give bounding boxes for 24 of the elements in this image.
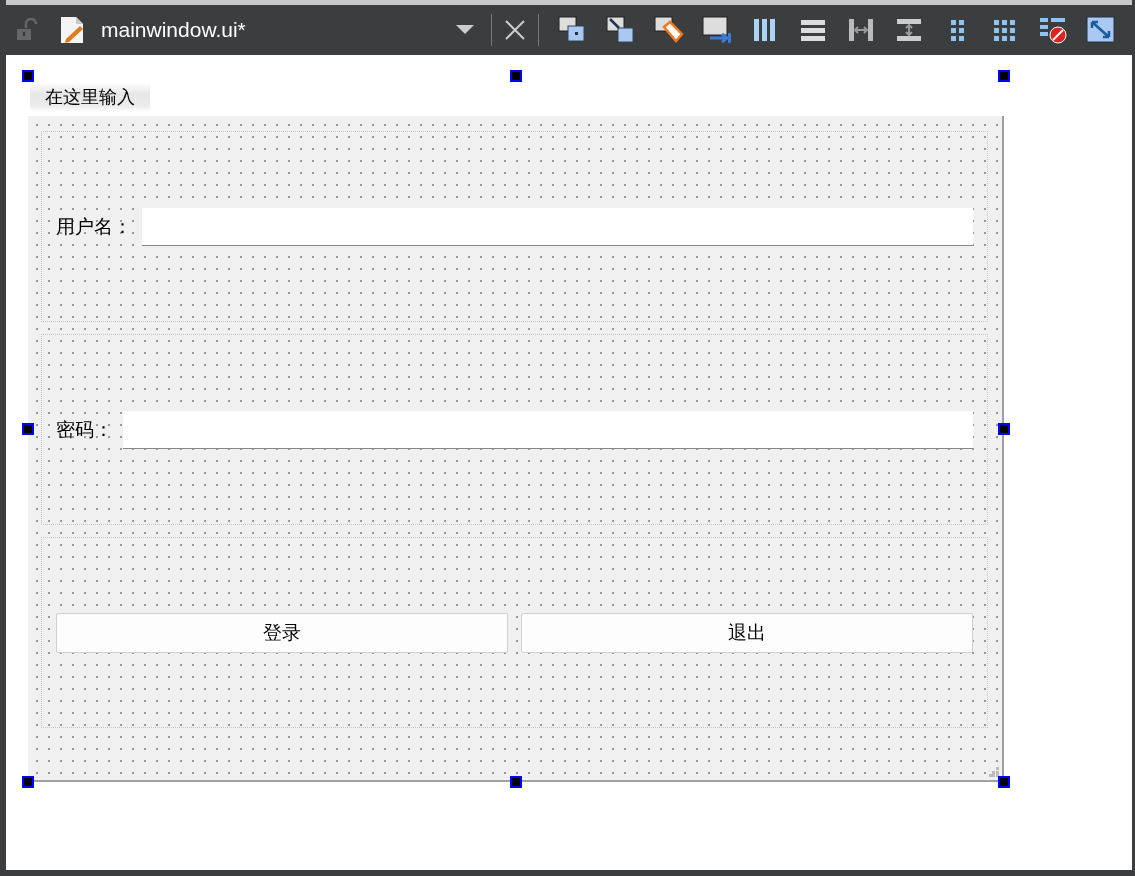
arrow-to-window-icon[interactable] <box>606 15 636 45</box>
selection-handle[interactable] <box>998 70 1010 82</box>
selection-handle[interactable] <box>22 776 34 788</box>
selection-handle[interactable] <box>998 423 1010 435</box>
document-pencil-icon <box>60 16 84 44</box>
menu-placeholder[interactable]: 在这里输入 <box>30 82 150 112</box>
field-label: 用户名： <box>56 213 132 239</box>
selection-handle[interactable] <box>510 70 522 82</box>
field-label: 密码： <box>56 416 113 442</box>
send-to-back-icon[interactable] <box>558 15 588 45</box>
push-button[interactable]: 登录 <box>56 612 508 653</box>
close-icon[interactable] <box>504 19 526 41</box>
file-tab-title[interactable]: mainwindow.ui* <box>101 18 456 42</box>
tag-icon[interactable] <box>654 15 684 45</box>
dropdown-caret-icon[interactable] <box>456 25 474 35</box>
input-field[interactable] <box>123 410 973 449</box>
input-field[interactable] <box>142 207 973 246</box>
selection-handle[interactable] <box>510 776 522 788</box>
break-layout-icon[interactable] <box>1038 15 1068 45</box>
resize-grip-icon[interactable] <box>989 767 999 777</box>
selection-handle[interactable] <box>22 423 34 435</box>
selection-handle[interactable] <box>998 776 1010 788</box>
push-button[interactable]: 退出 <box>521 612 973 653</box>
selection-handle[interactable] <box>22 70 34 82</box>
